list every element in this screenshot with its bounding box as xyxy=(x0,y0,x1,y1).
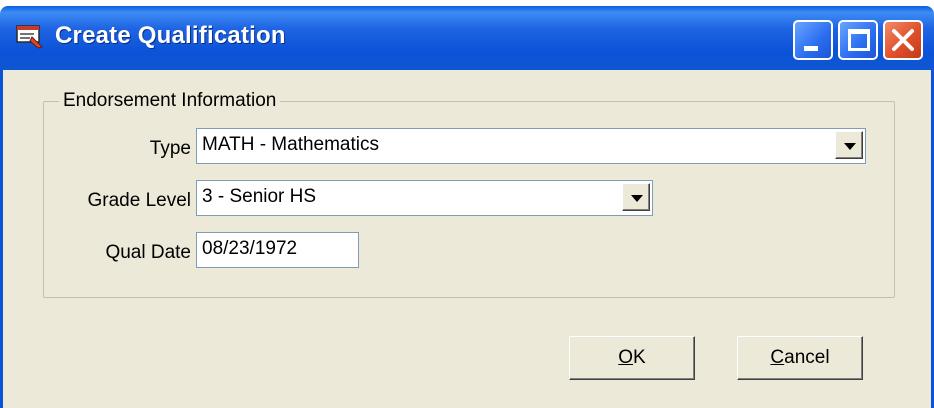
groupbox-label: Endorsement Information xyxy=(59,90,281,112)
qual-date-value: 08/23/1972 xyxy=(202,238,298,259)
grade-level-value: 3 - Senior HS xyxy=(202,186,317,207)
qual-date-input[interactable]: 08/23/1972 xyxy=(196,232,359,268)
cancel-button[interactable]: Cancel xyxy=(737,336,863,380)
grade-level-dropdown-button[interactable] xyxy=(622,183,650,211)
type-combobox[interactable]: MATH - Mathematics xyxy=(196,128,866,164)
cancel-label-rest: ancel xyxy=(784,347,830,368)
qual-date-label: Qual Date xyxy=(105,242,191,263)
type-value: MATH - Mathematics xyxy=(202,134,380,155)
minimize-button[interactable] xyxy=(793,20,833,60)
close-icon xyxy=(892,29,914,51)
window-title: Create Qualification xyxy=(55,22,286,49)
grade-level-combobox[interactable]: 3 - Senior HS xyxy=(196,180,653,216)
ok-mnemonic: O xyxy=(618,347,634,368)
cancel-mnemonic: C xyxy=(770,347,785,368)
form-icon xyxy=(16,25,43,49)
type-dropdown-button[interactable] xyxy=(835,131,863,159)
minimize-icon xyxy=(804,46,818,51)
dialog-client-area: Endorsement Information Type MATH - Math… xyxy=(0,70,934,408)
ok-button[interactable]: OK xyxy=(569,336,695,380)
chevron-down-icon xyxy=(844,143,856,150)
type-label: Type xyxy=(149,138,191,159)
ok-label-rest: K xyxy=(633,347,646,368)
maximize-icon xyxy=(848,29,870,51)
close-button[interactable] xyxy=(883,20,923,60)
dialog-window: Create Qualification Endorsement Informa… xyxy=(0,6,934,408)
grade-level-label: Grade Level xyxy=(87,190,191,211)
chevron-down-icon xyxy=(631,195,643,202)
title-bar[interactable]: Create Qualification xyxy=(0,6,934,70)
maximize-button[interactable] xyxy=(838,20,878,60)
